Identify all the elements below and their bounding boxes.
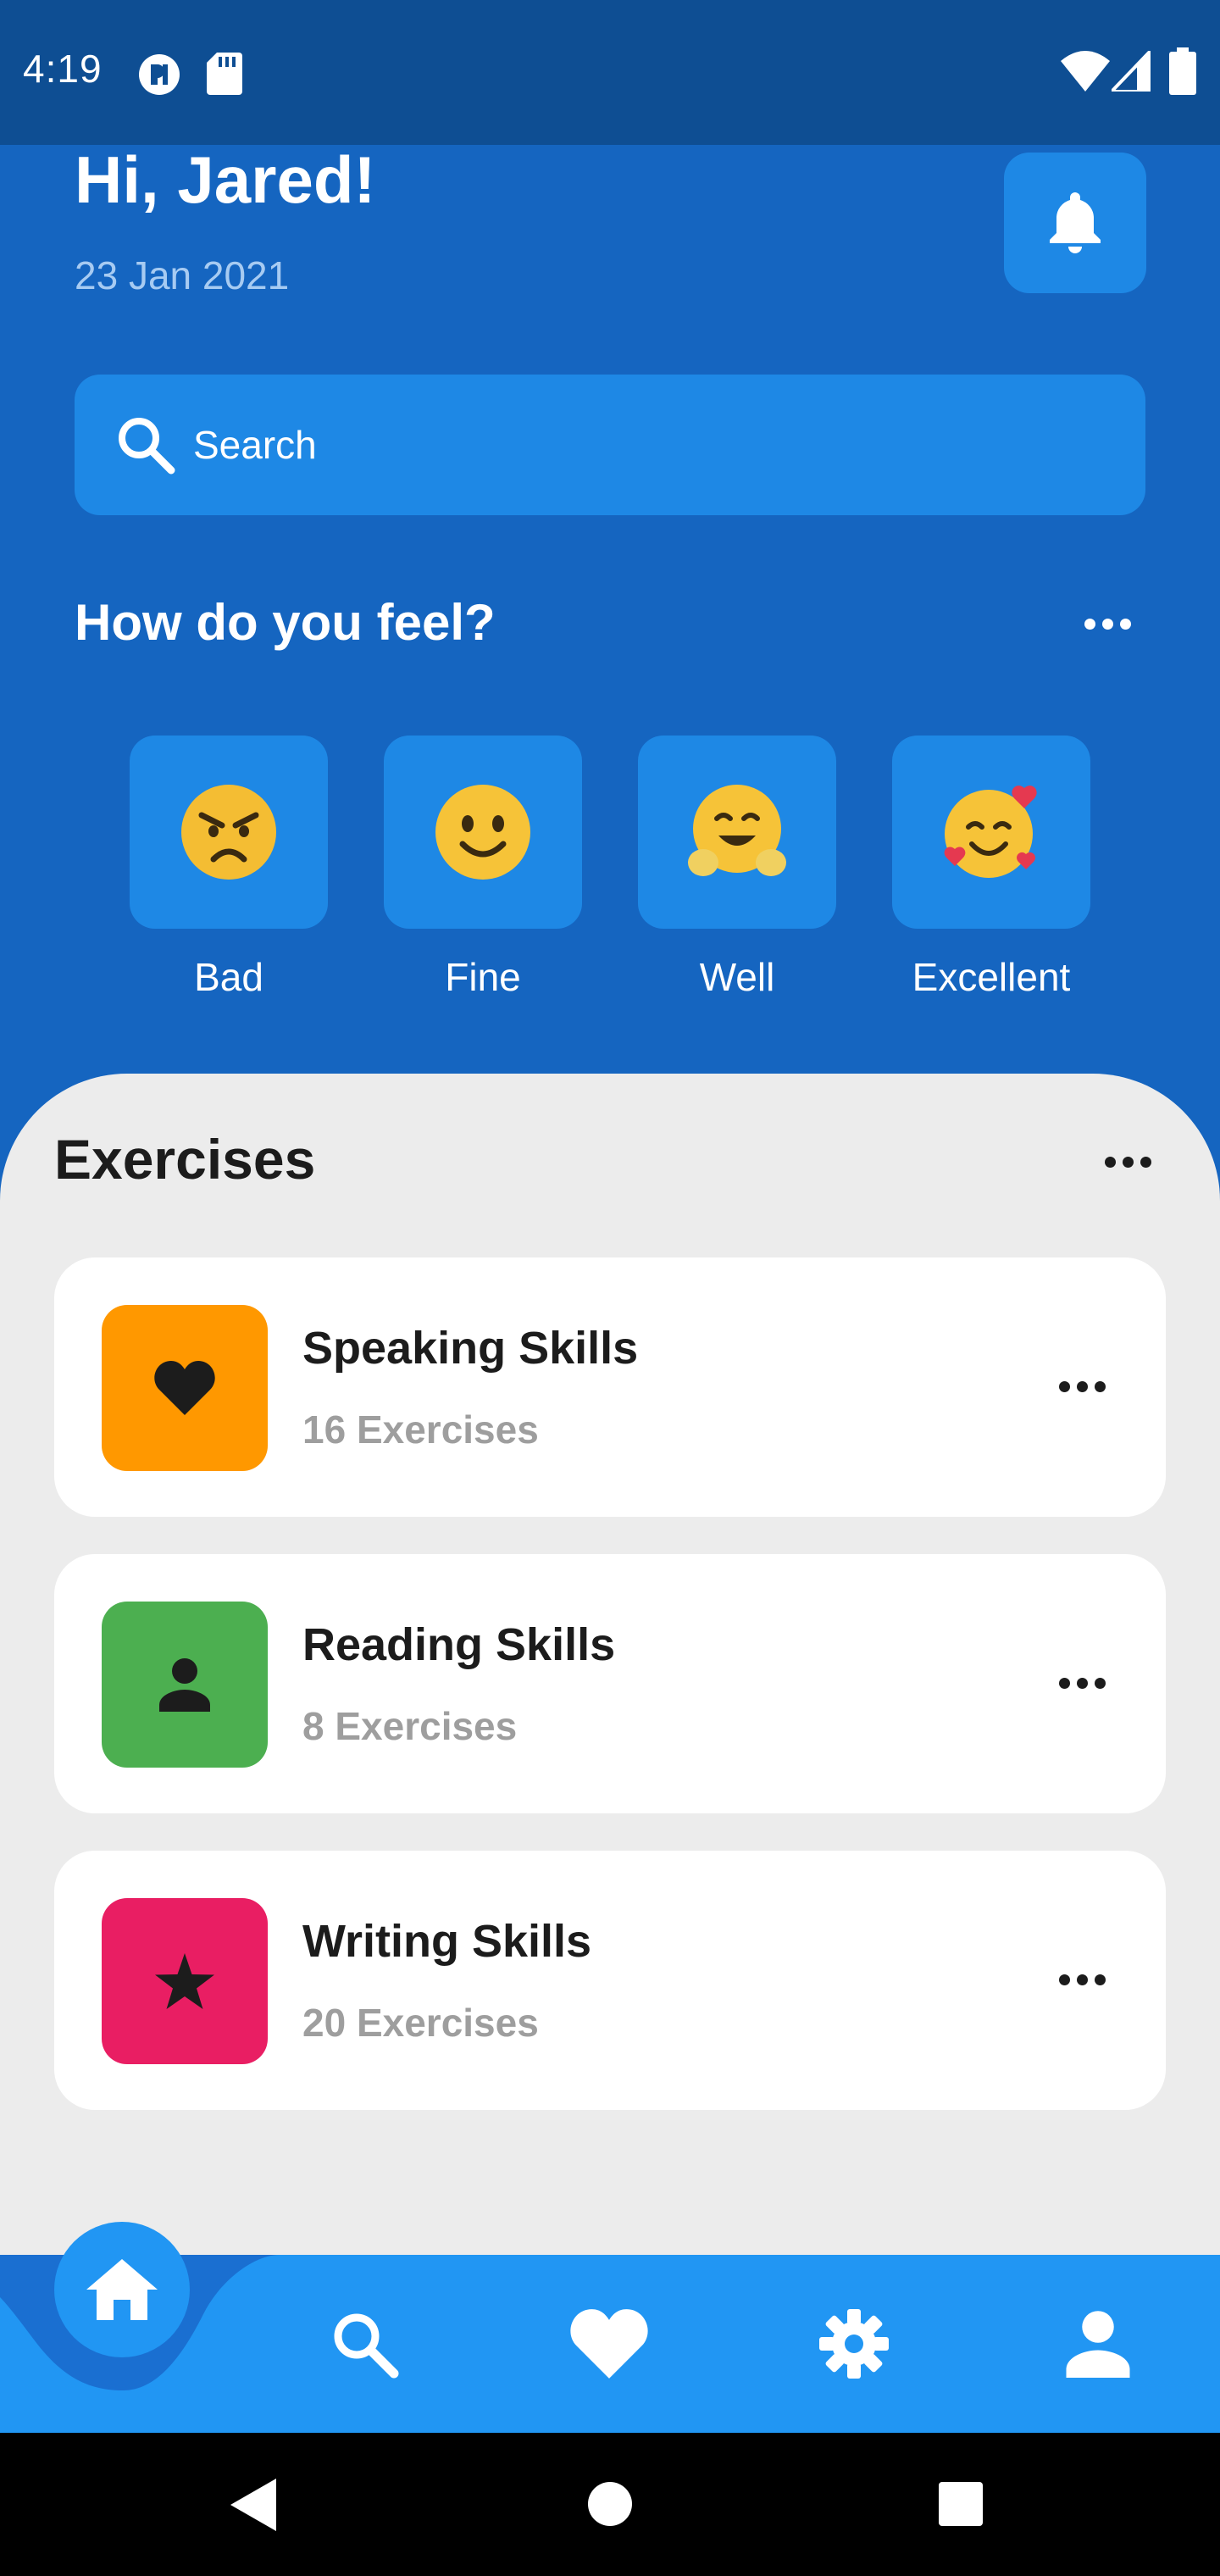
heart-icon [154,1361,215,1415]
settings-icon [819,2309,889,2379]
mood-tile[interactable] [892,736,1090,929]
mood-well[interactable]: Well [638,736,836,1000]
person-icon [1066,2311,1130,2378]
mood-fine[interactable]: Fine [384,736,582,1000]
star-icon [155,1953,214,2009]
mood-tile[interactable] [384,736,582,929]
exercises-more-button[interactable] [1105,1157,1151,1168]
exercise-more-button[interactable] [1059,1381,1106,1392]
exercise-icon-tile [102,1602,268,1768]
exercise-title: Speaking Skills [302,1323,639,1374]
mood-label: Excellent [912,955,1071,999]
mood-excellent[interactable]: Excellent [892,736,1090,1000]
nav-profile[interactable] [1037,2255,1159,2433]
heart-icon [570,2309,648,2379]
wifi-icon [1061,51,1110,92]
date-label: 23 Jan 2021 [75,253,290,297]
exercise-count: 20 Exercises [302,2001,539,2045]
system-navigation-bar [0,2433,1220,2576]
nav-favorites[interactable] [548,2255,670,2433]
mood-bad[interactable]: Bad [130,736,328,1000]
exercise-more-button[interactable] [1059,1678,1106,1689]
greeting-title: Hi, Jared! [75,142,376,217]
app-notification-icon [139,54,180,95]
nav-search[interactable] [303,2255,425,2433]
feel-title: How do you feel? [75,594,496,651]
mood-tile[interactable] [638,736,836,929]
back-icon[interactable] [230,2479,276,2531]
exercise-card-reading[interactable]: Reading Skills 8 Exercises [54,1554,1166,1813]
home-icon [86,2259,158,2320]
search-icon [334,2313,399,2379]
nav-home[interactable] [54,2222,190,2357]
recents-square-icon[interactable] [939,2482,983,2526]
person-icon [159,1658,210,1712]
status-time: 4:19 [23,47,103,91]
search-icon [119,418,175,475]
search-input[interactable]: Search [75,375,1145,515]
exercises-title: Exercises [54,1128,316,1191]
exercise-icon-tile [102,1305,268,1471]
exercise-more-button[interactable] [1059,1974,1106,1985]
exercise-card-speaking[interactable]: Speaking Skills 16 Exercises [54,1257,1166,1517]
notifications-button[interactable] [1004,153,1146,293]
smiling-face-with-hearts-icon [944,786,1037,878]
hugging-face-icon [688,785,786,876]
nav-settings[interactable] [793,2255,915,2433]
mood-label: Fine [445,955,521,999]
exercise-count: 16 Exercises [302,1407,539,1452]
battery-icon [1169,47,1196,95]
smiling-face-icon [435,785,530,880]
mood-label: Bad [194,955,263,999]
exercise-title: Writing Skills [302,1916,592,1967]
bell-icon [1050,192,1101,253]
angry-face-icon [181,785,276,880]
mood-tile[interactable] [130,736,328,929]
mood-label: Well [699,955,775,999]
status-bar: 4:19 [0,0,1220,145]
exercise-count: 8 Exercises [302,1704,518,1748]
exercise-title: Reading Skills [302,1619,616,1670]
sd-card-icon [207,53,242,95]
home-circle-icon[interactable] [588,2482,632,2526]
exercise-card-writing[interactable]: Writing Skills 20 Exercises [54,1851,1166,2110]
signal-icon [1112,51,1151,92]
search-placeholder: Search [193,423,317,467]
exercise-icon-tile [102,1898,268,2064]
feel-more-button[interactable] [1084,619,1131,630]
